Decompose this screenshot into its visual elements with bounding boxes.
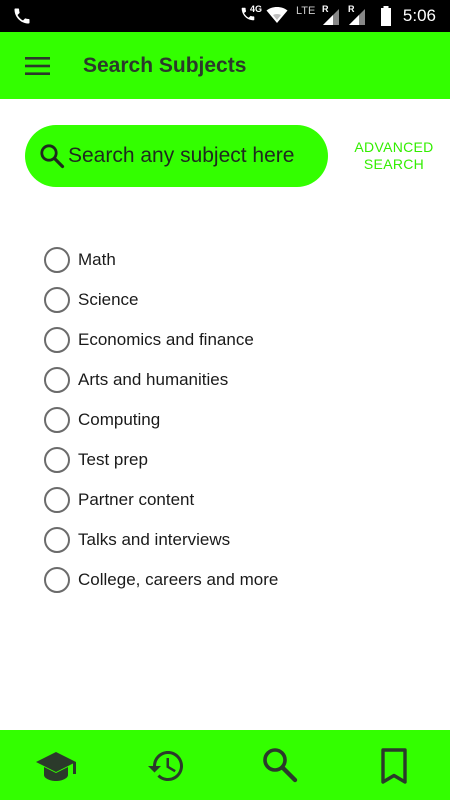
radio-button[interactable]	[44, 367, 70, 393]
history-icon[interactable]	[144, 744, 188, 788]
radio-button[interactable]	[44, 487, 70, 513]
subject-label: College, careers and more	[78, 570, 279, 589]
radio-button[interactable]	[44, 327, 70, 353]
subject-label: Computing	[78, 410, 161, 429]
subject-item-college[interactable]: College, careers and more	[44, 560, 424, 600]
signal-icon	[323, 9, 339, 25]
subject-label: Talks and interviews	[78, 530, 231, 549]
bottom-nav	[0, 730, 450, 800]
search-icon[interactable]	[258, 744, 302, 788]
search-placeholder: Search any subject here	[68, 144, 295, 167]
signal-icon-2	[349, 9, 365, 25]
subject-label: Math	[78, 250, 116, 269]
advanced-search-label-line1: ADVANCED	[354, 139, 434, 155]
subject-label: Economics and finance	[78, 330, 254, 349]
search-input[interactable]: Search any subject here	[25, 125, 328, 187]
subject-label: Test prep	[78, 450, 148, 469]
advanced-search-button[interactable]: ADVANCED SEARCH	[346, 139, 442, 173]
radio-button[interactable]	[44, 247, 70, 273]
lte-label: LTE	[296, 5, 316, 17]
subject-item-talks[interactable]: Talks and interviews	[44, 520, 424, 560]
subject-item-partner-content[interactable]: Partner content	[44, 480, 424, 520]
subject-item-economics[interactable]: Economics and finance	[44, 320, 424, 360]
phone-call-icon	[14, 8, 30, 24]
graduation-cap-icon[interactable]	[34, 744, 78, 788]
battery-icon	[381, 6, 391, 26]
subject-item-science[interactable]: Science	[44, 280, 424, 320]
advanced-search-label-line2: SEARCH	[363, 156, 425, 172]
radio-button[interactable]	[44, 287, 70, 313]
app-bar: Search Subjects	[0, 32, 450, 99]
hamburger-menu-icon[interactable]	[24, 54, 52, 78]
radio-button[interactable]	[44, 527, 70, 553]
subject-label: Science	[78, 290, 139, 309]
subject-item-test-prep[interactable]: Test prep	[44, 440, 424, 480]
wifi-icon	[266, 7, 288, 23]
status-icons: 4G LTE R R 5:06	[240, 0, 450, 32]
subject-list: Math Science Economics and finance Arts …	[44, 240, 424, 600]
subject-label: Arts and humanities	[78, 370, 229, 389]
subject-label: Partner content	[78, 490, 195, 509]
subject-item-arts[interactable]: Arts and humanities	[44, 360, 424, 400]
search-icon	[40, 144, 65, 169]
subject-item-computing[interactable]: Computing	[44, 400, 424, 440]
network-type-label: 4G	[250, 4, 263, 14]
radio-button[interactable]	[44, 407, 70, 433]
bookmark-icon[interactable]	[372, 744, 416, 788]
radio-button[interactable]	[44, 567, 70, 593]
radio-button[interactable]	[44, 447, 70, 473]
clock-time: 5:06	[402, 6, 436, 25]
page-title: Search Subjects	[83, 54, 247, 77]
status-bar: 4G LTE R R 5:06	[0, 0, 450, 32]
subject-item-math[interactable]: Math	[44, 240, 424, 280]
